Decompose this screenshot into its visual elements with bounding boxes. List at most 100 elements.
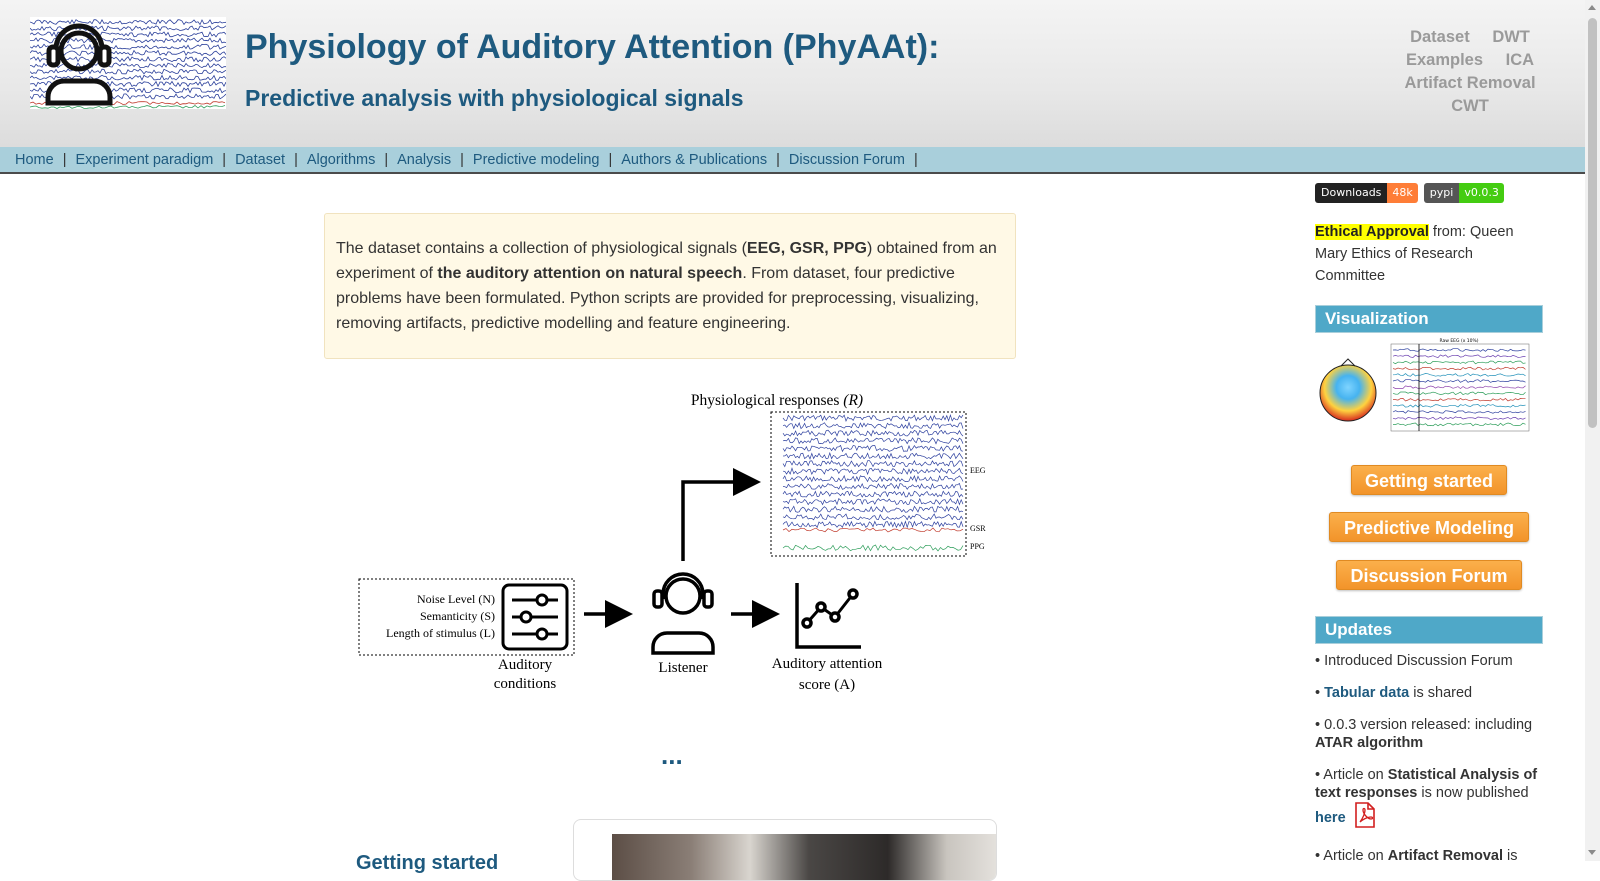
intro-text: The dataset contains a collection of phy…	[336, 240, 747, 257]
nav-home[interactable]: Home	[15, 152, 54, 168]
nav-analysis[interactable]: Analysis	[397, 152, 451, 168]
eeg-trace	[782, 421, 964, 430]
header-links: Dataset DWT Examples ICA Artifact Remova…	[1380, 26, 1560, 118]
logo-eeg-traces	[30, 18, 226, 109]
pdf-icon[interactable]	[1354, 802, 1376, 833]
nav-separator: |	[222, 152, 227, 168]
badges: Downloads 48k pypi v0.0.3	[1315, 183, 1543, 203]
conditions-label: conditions	[494, 676, 557, 692]
score-label: score (A)	[799, 677, 855, 693]
eeg-trace	[782, 437, 964, 445]
header-link-artifact-removal[interactable]: Artifact Removal	[1404, 74, 1535, 92]
responses-title: Physiological responses (R)	[691, 392, 863, 409]
header-link-dataset[interactable]: Dataset	[1410, 28, 1470, 46]
eeg-trace	[782, 429, 964, 437]
nav-separator: |	[62, 152, 67, 168]
nav-discussion-forum[interactable]: Discussion Forum	[789, 152, 905, 168]
logo-trace	[30, 25, 226, 32]
page-title: Physiology of Auditory Attention (PhyAAt…	[245, 28, 940, 66]
experiment-diagram: Physiological responses (R) EEG GSR PPG …	[350, 385, 990, 705]
eeg-traces	[782, 414, 964, 552]
nav-separator: |	[913, 152, 918, 168]
read-more-ellipsis[interactable]: ...	[661, 740, 683, 771]
getting-started-button[interactable]: Getting started	[1351, 465, 1507, 495]
scroll-up-icon[interactable]	[1588, 5, 1596, 10]
line-chart-icon	[795, 583, 861, 649]
nav-algorithms[interactable]: Algorithms	[307, 152, 376, 168]
sliders-icon	[501, 583, 569, 651]
intro-topic: the auditory attention on natural speech	[437, 265, 743, 282]
downloads-badge[interactable]: Downloads 48k	[1315, 183, 1418, 203]
arrow-up-right-icon	[681, 468, 761, 561]
listener-icon	[651, 572, 715, 655]
eeg-trace	[782, 490, 964, 498]
eeg-visualization-svg: Raw EEG (x 10%)	[1319, 338, 1530, 432]
discussion-forum-button[interactable]: Discussion Forum	[1336, 560, 1522, 590]
nav-separator: |	[608, 152, 613, 168]
header-link-cwt[interactable]: CWT	[1451, 97, 1489, 115]
nav-separator: |	[294, 152, 298, 168]
ethics-note: Ethical Approval from: Queen Mary Ethics…	[1315, 224, 1514, 284]
article-here-link[interactable]: here	[1315, 810, 1346, 826]
tabular-data-link[interactable]: Tabular data	[1324, 685, 1409, 701]
condition-length: Length of stimulus (L)	[386, 626, 495, 640]
eeg-trace	[782, 505, 964, 513]
topomap-icon	[1319, 358, 1377, 422]
updates-heading: Updates	[1315, 616, 1543, 644]
logo-trace	[30, 68, 226, 75]
nav-predictive-modeling[interactable]: Predictive modeling	[473, 152, 600, 168]
update-item: • Tabular data is shared	[1315, 685, 1473, 701]
responses-box	[770, 411, 967, 557]
nav-separator: |	[776, 152, 780, 168]
getting-started-heading: Getting started	[356, 852, 499, 874]
photo-card	[573, 819, 997, 881]
eeg-trace	[782, 467, 964, 476]
channel-label-gsr: GSR	[970, 524, 986, 533]
logo-trace	[30, 105, 226, 109]
intro-box: The dataset contains a collection of phy…	[324, 213, 1016, 359]
listener-label: Listener	[658, 660, 707, 676]
viz-plot-title: Raw EEG (x 10%)	[1439, 338, 1478, 344]
logo-trace	[30, 18, 226, 26]
page-scrollbar[interactable]	[1585, 0, 1600, 861]
update-item: • Article on Statistical Analysis of tex…	[1315, 766, 1543, 833]
channel-label-eeg: EEG	[970, 466, 986, 475]
update-item: • 0.0.3 version released: including ATAR…	[1315, 717, 1533, 751]
nav-dataset[interactable]: Dataset	[235, 152, 285, 168]
nav-separator: |	[384, 152, 389, 168]
score-label: Auditory attention	[772, 656, 883, 672]
page-subtitle: Predictive analysis with physiological s…	[245, 85, 744, 111]
header-link-examples[interactable]: Examples	[1406, 51, 1483, 69]
nav-authors-publications[interactable]: Authors & Publications	[621, 152, 767, 168]
eeg-trace	[782, 414, 964, 423]
main-nav: Home | Experiment paradigm | Dataset | Algorit…	[0, 147, 1585, 174]
nav-experiment-paradigm[interactable]: Experiment paradigm	[75, 152, 213, 168]
eeg-visualization[interactable]: Raw EEG (x 10%)	[1315, 335, 1543, 447]
visualization-heading: Visualization	[1315, 305, 1543, 333]
scroll-down-icon[interactable]	[1588, 850, 1596, 855]
eeg-trace	[782, 513, 964, 521]
sidebar: Downloads 48k pypi v0.0.3 Ethical Approval…	[1315, 183, 1543, 865]
header-link-dwt[interactable]: DWT	[1492, 28, 1530, 46]
site-logo[interactable]	[30, 17, 226, 109]
lab-photo	[612, 834, 996, 880]
eeg-trace	[782, 451, 964, 460]
experiment-diagram-svg: Physiological responses (R) EEG GSR PPG …	[358, 392, 986, 693]
eeg-trace	[782, 497, 964, 506]
eeg-trace	[782, 482, 964, 490]
pypi-badge[interactable]: pypi v0.0.3	[1423, 183, 1504, 203]
eeg-trace	[782, 459, 964, 468]
eeg-trace	[782, 474, 964, 483]
scrollbar-thumb[interactable]	[1588, 18, 1597, 428]
update-item: • Introduced Discussion Forum	[1315, 653, 1513, 669]
nav-separator: |	[460, 152, 464, 168]
ethics-highlight: Ethical Approval	[1315, 224, 1429, 240]
predictive-modeling-button[interactable]: Predictive Modeling	[1329, 512, 1529, 542]
condition-semanticity: Semanticity (S)	[420, 609, 495, 623]
gsr-trace	[782, 527, 964, 533]
site-header: Physiology of Auditory Attention (PhyAAt…	[0, 0, 1585, 147]
channel-label-ppg: PPG	[970, 542, 985, 551]
ppg-trace	[782, 544, 964, 552]
condition-noise: Noise Level (N)	[417, 592, 495, 606]
header-link-ica[interactable]: ICA	[1506, 51, 1534, 69]
